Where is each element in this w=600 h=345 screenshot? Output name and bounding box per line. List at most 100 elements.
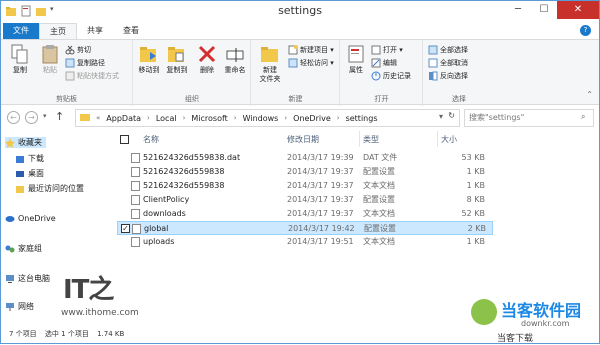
maximize-button[interactable]: ☐ <box>531 1 557 19</box>
new-folder-icon <box>259 43 281 65</box>
text-file-icon <box>131 237 140 247</box>
tab-view[interactable]: 查看 <box>113 23 149 39</box>
column-type[interactable]: 类型 <box>363 133 379 147</box>
open-group: 属性 打开 ▾ 编辑 历史记录 打开 <box>341 40 423 106</box>
nav-thispc[interactable]: 这台电脑 <box>5 273 50 284</box>
invert-selection-button[interactable]: 反向选择 <box>428 70 468 82</box>
selected-count: 选中 1 个项目 <box>44 330 89 338</box>
cut-button[interactable]: 剪切 <box>65 44 91 56</box>
explorer-window: ▾ settings ─ ☐ ✕ 文件 主页 共享 查看 ? 复制 粘贴 剪切 … <box>0 0 600 344</box>
properties-icon <box>345 43 367 65</box>
easy-access-icon <box>288 58 298 68</box>
breadcrumb-appdata[interactable]: AppData <box>106 114 141 123</box>
recent-locations-icon[interactable]: ▾ <box>43 112 47 120</box>
back-button[interactable]: ← <box>7 111 20 124</box>
homegroup-icon <box>5 244 15 254</box>
breadcrumb-microsoft[interactable]: Microsoft <box>191 114 227 123</box>
nav-recent[interactable]: 最近访问的位置 <box>15 183 84 194</box>
select-none-button[interactable]: 全部取消 <box>428 57 468 69</box>
title-bar: ▾ settings ─ ☐ ✕ <box>1 1 599 23</box>
row-checkbox[interactable]: ✓ <box>121 224 130 233</box>
open-button[interactable]: 打开 ▾ <box>371 44 403 56</box>
easy-access-button[interactable]: 轻松访问 ▾ <box>288 57 334 69</box>
delete-button[interactable]: 删除 <box>194 43 220 75</box>
table-row-selected[interactable]: ✓ global 2014/3/17 19:42 配置设置 2 KB <box>117 221 493 235</box>
paste-shortcut-button[interactable]: 粘贴快捷方式 <box>65 70 119 82</box>
breadcrumb-settings[interactable]: settings <box>346 114 378 123</box>
select-all-button[interactable]: 全部选择 <box>428 44 468 56</box>
select-all-checkbox[interactable] <box>120 135 129 144</box>
history-button[interactable]: 历史记录 <box>371 70 411 82</box>
properties-button[interactable]: 属性 <box>343 43 369 75</box>
folder-icon <box>80 112 90 124</box>
search-input[interactable]: 搜索"settings" <box>464 109 594 127</box>
new-item-icon <box>288 45 298 55</box>
tab-home[interactable]: 主页 <box>39 23 77 39</box>
site-url: downkr.com <box>521 319 570 328</box>
edit-button[interactable]: 编辑 <box>371 57 397 69</box>
history-icon <box>371 71 381 81</box>
up-button[interactable]: ↑ <box>55 110 64 123</box>
nav-onedrive[interactable]: OneDrive <box>5 213 56 223</box>
paste-icon <box>39 43 61 65</box>
nav-desktop[interactable]: 桌面 <box>15 168 44 179</box>
network-icon <box>5 302 15 312</box>
nav-network[interactable]: 网络 <box>5 301 34 312</box>
move-folder-icon <box>138 43 160 65</box>
nav-favorites[interactable]: 收藏夹 <box>5 137 46 148</box>
item-count: 7 个项目 <box>9 330 37 338</box>
column-name[interactable]: 名称 <box>143 133 159 147</box>
site-logo-icon <box>471 299 497 325</box>
config-file-icon <box>131 195 140 205</box>
desktop-icon <box>15 169 25 179</box>
table-row[interactable]: 521624326d559838 2014/3/17 19:37 配置设置 1 … <box>117 165 493 179</box>
collapse-ribbon-icon[interactable]: ⌃ <box>586 90 593 99</box>
refresh-icon[interactable]: ↻ <box>448 111 455 120</box>
move-to-button[interactable]: 移动到 <box>136 43 162 75</box>
text-file-icon <box>131 209 140 219</box>
table-row[interactable]: ClientPolicy 2014/3/17 19:37 配置设置 8 KB <box>117 193 493 207</box>
table-row[interactable]: 521624326d559838.dat 2014/3/17 19:39 DAT… <box>117 151 493 165</box>
selected-size: 1.74 KB <box>97 330 125 338</box>
organize-group-label: 组织 <box>185 95 199 103</box>
close-button[interactable]: ✕ <box>557 1 599 19</box>
table-row[interactable]: 521624326d559838 2014/3/17 19:37 文本文档 1 … <box>117 179 493 193</box>
nav-homegroup[interactable]: 家庭组 <box>5 243 42 254</box>
tab-file[interactable]: 文件 <box>3 23 39 39</box>
copy-to-button[interactable]: 复制到 <box>164 43 190 75</box>
table-row[interactable]: downloads 2014/3/17 19:37 文本文档 52 KB <box>117 207 493 221</box>
breadcrumb-windows[interactable]: Windows <box>243 114 279 123</box>
chevron-down-icon[interactable]: ▾ <box>439 112 443 121</box>
paste-button[interactable]: 粘贴 <box>37 43 63 75</box>
new-group: 新建 文件夹 新建项目 ▾ 轻松访问 ▾ 新建 <box>252 40 340 106</box>
tab-share[interactable]: 共享 <box>77 23 113 39</box>
shortcut-icon <box>65 71 75 81</box>
config-file-icon <box>132 224 141 234</box>
organize-group: 移动到 复制到 删除 重命名 组织 <box>134 40 251 106</box>
minimize-button[interactable]: ─ <box>505 1 531 19</box>
select-group: 全部选择 全部取消 反向选择 选择 <box>424 40 494 106</box>
forward-button[interactable]: → <box>25 111 38 124</box>
clipboard-group: 复制 粘贴 剪切 复制路径 粘贴快捷方式 剪贴板 <box>1 40 133 106</box>
column-date[interactable]: 修改日期 <box>287 133 319 147</box>
table-row[interactable]: uploads 2014/3/17 19:51 文本文档 1 KB <box>117 235 493 249</box>
column-size[interactable]: 大小 <box>441 133 457 147</box>
copy-button[interactable]: 复制 <box>7 43 33 75</box>
new-folder-button[interactable]: 新建 文件夹 <box>256 43 284 84</box>
file-icon <box>131 153 140 163</box>
config-file-icon <box>131 167 140 177</box>
nav-downloads[interactable]: 下载 <box>15 153 44 164</box>
ithome-logo: IT之 <box>63 275 114 305</box>
copy-folder-icon <box>166 43 188 65</box>
site-watermark: 当客软件园 downkr.com 当客下载 <box>471 297 600 345</box>
search-icon: ⌕ <box>581 112 586 121</box>
open-group-label: 打开 <box>374 95 389 103</box>
address-bar[interactable]: « AppData › Local › Microsoft › Windows … <box>75 109 460 127</box>
help-icon[interactable]: ? <box>580 25 591 36</box>
new-item-button[interactable]: 新建项目 ▾ <box>288 44 334 56</box>
copy-path-button[interactable]: 复制路径 <box>65 57 105 69</box>
rename-button[interactable]: 重命名 <box>222 43 248 75</box>
breadcrumb-onedrive[interactable]: OneDrive <box>293 114 331 123</box>
clipboard-group-label: 剪贴板 <box>56 95 77 103</box>
breadcrumb-local[interactable]: Local <box>156 114 177 123</box>
